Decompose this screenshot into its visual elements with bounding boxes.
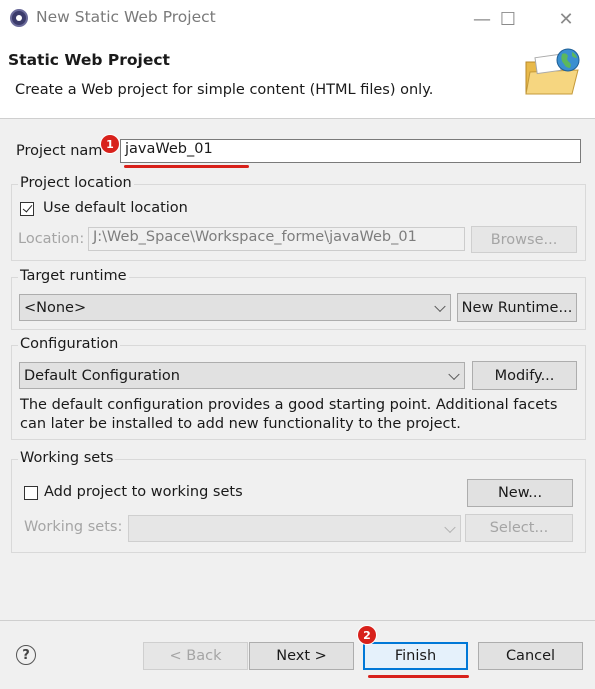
- location-input[interactable]: J:\Web_Space\Workspace_forme\javaWeb_01: [88, 227, 465, 251]
- eclipse-app-icon: [10, 9, 28, 27]
- new-working-set-button[interactable]: New...: [467, 479, 573, 507]
- configuration-group-label: Configuration: [18, 336, 121, 352]
- working-sets-dropdown[interactable]: [128, 515, 461, 542]
- add-to-working-sets-label: Add project to working sets: [44, 484, 243, 500]
- footer-divider: [0, 620, 595, 621]
- maximize-button[interactable]: ☐: [485, 4, 531, 34]
- use-default-location-label: Use default location: [43, 200, 188, 216]
- close-icon: ✕: [558, 8, 574, 30]
- annotation-badge-1: 1: [101, 135, 119, 153]
- target-runtime-group-label: Target runtime: [18, 268, 129, 284]
- target-runtime-dropdown[interactable]: <None>: [19, 294, 451, 321]
- project-location-group-label: Project location: [18, 175, 134, 191]
- new-runtime-button[interactable]: New Runtime...: [457, 293, 577, 322]
- project-name-label: Project nam: [16, 143, 103, 159]
- header-divider: [0, 118, 595, 119]
- cancel-button[interactable]: Cancel: [478, 642, 583, 670]
- add-to-working-sets-checkbox[interactable]: [24, 486, 38, 500]
- select-working-sets-button[interactable]: Select...: [465, 514, 573, 542]
- annotation-underline-2: [368, 675, 469, 678]
- configuration-selected: Default Configuration: [24, 367, 180, 384]
- working-sets-label: Working sets:: [24, 519, 123, 535]
- chevron-down-icon: [444, 521, 456, 533]
- working-sets-group-label: Working sets: [18, 450, 116, 466]
- next-button[interactable]: Next >: [249, 642, 354, 670]
- location-label: Location:: [18, 231, 85, 247]
- page-description: Create a Web project for simple content …: [15, 82, 434, 98]
- target-runtime-selected: <None>: [24, 299, 87, 316]
- annotation-badge-2: 2: [358, 626, 376, 644]
- chevron-down-icon: [434, 300, 446, 312]
- window-title: New Static Web Project: [36, 8, 216, 26]
- wizard-header: [0, 38, 595, 118]
- configuration-description-line2: can later be installed to add new functi…: [20, 416, 461, 432]
- close-button[interactable]: ✕: [543, 4, 589, 34]
- finish-button[interactable]: Finish: [363, 642, 468, 670]
- page-title: Static Web Project: [8, 51, 170, 69]
- configuration-description-line1: The default configuration provides a goo…: [20, 397, 558, 413]
- modify-button[interactable]: Modify...: [472, 361, 577, 390]
- configuration-dropdown[interactable]: Default Configuration: [19, 362, 465, 389]
- browse-button[interactable]: Browse...: [471, 226, 577, 253]
- maximize-icon: ☐: [499, 8, 517, 30]
- folder-globe-icon: [525, 48, 580, 95]
- back-button[interactable]: < Back: [143, 642, 248, 670]
- annotation-underline-1: [124, 165, 249, 168]
- help-icon[interactable]: ?: [16, 645, 36, 665]
- project-name-input[interactable]: javaWeb_01: [120, 139, 581, 163]
- chevron-down-icon: [448, 368, 460, 380]
- use-default-location-checkbox[interactable]: [20, 202, 34, 216]
